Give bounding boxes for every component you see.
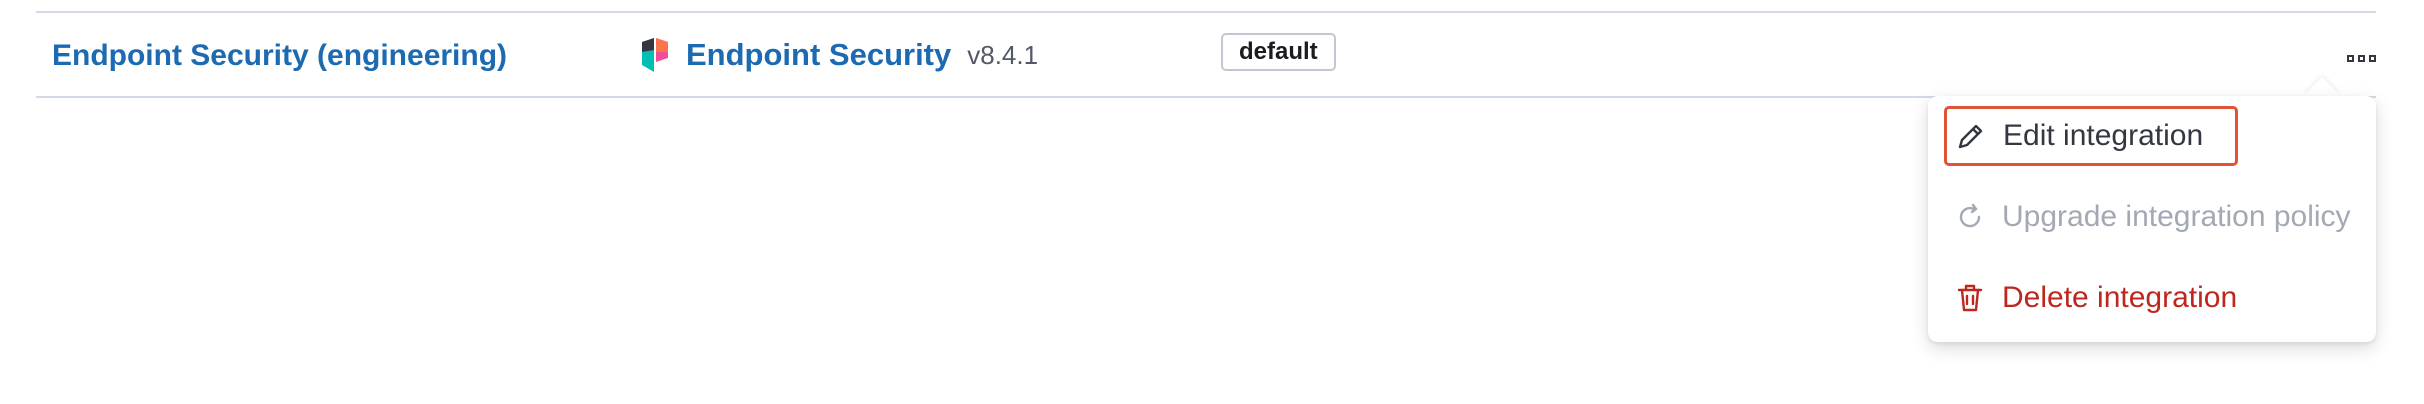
edit-integration-menu-item[interactable]: Edit integration [1944, 106, 2238, 166]
upgrade-integration-policy-menu-item[interactable]: Upgrade integration policy [1944, 187, 2351, 247]
trash-icon [1954, 282, 1986, 314]
refresh-icon [1954, 201, 1986, 233]
integration-version: v8.4.1 [967, 39, 1039, 70]
policy-name-link[interactable]: Endpoint Security (engineering) [52, 39, 507, 73]
integration-name-link[interactable]: Endpoint Security [686, 37, 951, 73]
integration-cell: Endpoint Security v8.4.1 [640, 37, 1038, 73]
upgrade-integration-policy-label: Upgrade integration policy [2002, 200, 2351, 233]
ellipsis-icon [2346, 54, 2354, 62]
delete-integration-label: Delete integration [2002, 281, 2238, 314]
table-row: Endpoint Security (engineering) Endpoint… [36, 11, 2376, 98]
namespace-badge: default [1221, 33, 1336, 71]
pencil-icon [1955, 120, 1987, 152]
elastic-security-logo-icon [640, 38, 670, 72]
edit-integration-label: Edit integration [2003, 119, 2204, 152]
delete-integration-menu-item[interactable]: Delete integration [1944, 268, 2237, 328]
actions-context-menu: Edit integration Upgrade integration pol… [1928, 96, 2376, 342]
row-actions-button[interactable] [2340, 47, 2382, 69]
